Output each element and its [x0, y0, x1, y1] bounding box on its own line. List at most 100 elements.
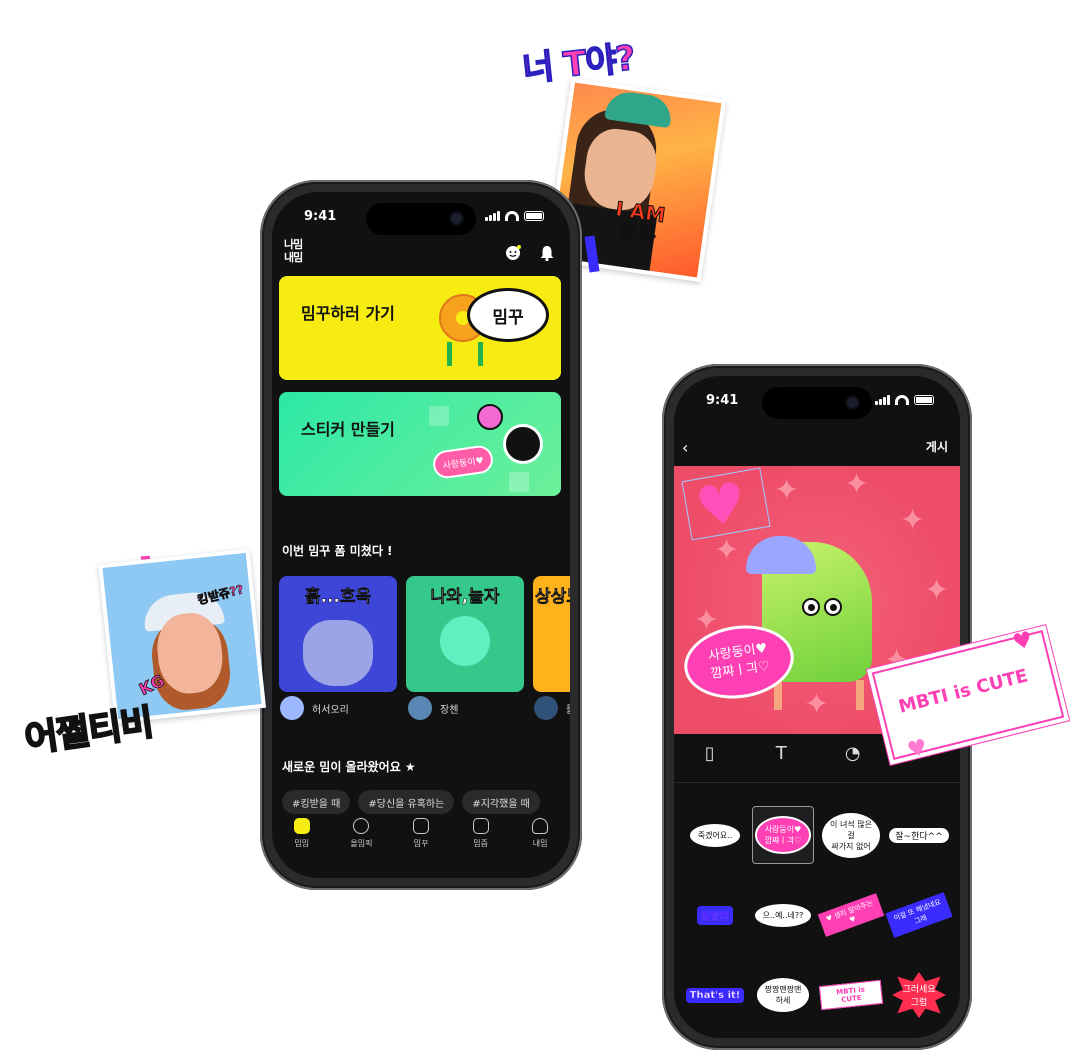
sticker-option[interactable]: ♥ 생리 알아주는 ♥	[817, 886, 885, 944]
sticker-grid: 죽겠어요.. 사랑둥이♥ 깜쨔ㅣ긔♡ 이 녀석 많은 걸 싸가지 없어 잘~한다^^ 킹…	[684, 806, 953, 1024]
sticker-option-label: 짱짱맨짱맨 하세	[754, 976, 812, 1014]
sticker-option[interactable]: That's it!	[684, 966, 746, 1024]
sparkle-shape: ✦	[900, 503, 926, 538]
meme-thumbnail[interactable]: 상상도	[533, 576, 570, 692]
thumbnail-label: 흙...흐윽	[304, 587, 372, 608]
pill-sticker: 사랑둥이♥	[431, 443, 495, 481]
heart-icon: ♥	[1010, 627, 1036, 657]
creator-name: 허서오리	[312, 704, 349, 716]
sticker-option[interactable]: 죽겠어요..	[684, 806, 746, 864]
tab-label: 밈즘	[473, 839, 488, 848]
sticker-option[interactable]: 사랑둥이♥ 깜쨔ㅣ긔♡	[752, 806, 814, 864]
heart-sticker-icon[interactable]: ♥	[692, 470, 755, 541]
tab-meme-home[interactable]: 밈밈	[275, 818, 329, 864]
home-phone: 9:41 나밈 내밈 밈꾸하러 가기 밈꾸 스티커 만들기 사랑둥이♥ 이번 밈…	[260, 180, 582, 890]
promo-stage: I AM 행복 너 T야? 9:41 나밈 내밈 밈꾸하러 가기 밈꾸 스티커 …	[0, 0, 1070, 1064]
sticker-option-label: ♥ 생리 알아주는 ♥	[817, 893, 885, 937]
go-meme-card[interactable]: 밈꾸하러 가기 밈꾸	[279, 276, 561, 380]
tab-olympic[interactable]: 올밈픽	[334, 818, 388, 864]
tab-meme-edit[interactable]: 밈꾸	[394, 818, 448, 864]
medal-icon	[353, 818, 370, 834]
make-sticker-title: 스티커 만들기	[301, 420, 395, 439]
donut-legs	[447, 342, 483, 366]
meme-thumbnail[interactable]: 흙...흐윽	[279, 576, 397, 692]
status-icons	[485, 211, 544, 221]
home-icon	[293, 818, 310, 834]
back-chevron-icon[interactable]: ‹	[682, 438, 688, 457]
status-bar: 9:41	[674, 390, 960, 412]
hashtag-chip[interactable]: #지각했을 때	[462, 790, 540, 814]
sticker-option[interactable]: 그러세요 그럼	[888, 966, 950, 1024]
avatar	[280, 696, 304, 720]
sticker-option-label: MBTI is CUTE	[818, 979, 884, 1011]
layers-icon[interactable]: ▯	[700, 744, 720, 764]
sticker-option[interactable]: MBTI is CUTE	[818, 966, 884, 1024]
meme-speech-bubble: 밈꾸	[467, 288, 549, 342]
battery-icon	[914, 395, 934, 405]
sticker-option[interactable]: 킹받아	[684, 886, 746, 944]
deco-square	[429, 406, 449, 426]
status-time: 9:41	[706, 393, 739, 408]
sticker-option-label: 그러세요 그럼	[892, 972, 946, 1018]
sticker-option-label: 으..예..네??	[752, 901, 814, 929]
sticker-icon	[412, 818, 429, 834]
tab-my-meme[interactable]: 내밈	[513, 818, 567, 864]
go-meme-title: 밈꾸하러 가기	[301, 304, 395, 323]
sticker-option[interactable]: 짱짱맨짱맨 하세	[752, 966, 814, 1024]
thumbnail-label: 상상도	[535, 587, 570, 608]
creator-row[interactable]: 장첸	[408, 696, 458, 720]
emoji-icon[interactable]	[504, 244, 522, 262]
make-sticker-card[interactable]: 스티커 만들기 사랑둥이♥	[279, 392, 561, 496]
sticker-option-label: 사랑둥이♥ 깜쨔ㅣ긔♡	[754, 816, 812, 854]
sticker-option-label: 킹받아	[697, 905, 733, 925]
signal-icon	[485, 211, 500, 221]
sticker-option[interactable]: 이걸 또 해냈네요 그래	[885, 886, 953, 944]
thumbnail-label: 나와,놀자	[430, 587, 500, 608]
photo-caption: I AM 행복	[614, 196, 668, 249]
character-legs	[774, 680, 864, 710]
creator-row[interactable]: 허서오리	[280, 696, 349, 720]
avatar	[408, 696, 432, 720]
creator-row[interactable]: 들	[534, 696, 570, 720]
sticker-option[interactable]: 으..예..네??	[752, 886, 814, 944]
blob-character	[303, 620, 373, 686]
status-time: 9:41	[304, 209, 337, 224]
new-section-title: 새로운 밈이 올라왔어요 ★	[282, 760, 416, 774]
sparkle-shape: ✦	[924, 573, 950, 608]
wifi-icon	[895, 395, 909, 405]
divider	[674, 782, 960, 783]
sticker-icon[interactable]: ◔	[843, 744, 863, 764]
bell-icon[interactable]	[538, 244, 556, 262]
hashtag-chip[interactable]: #당신을 유혹하는	[358, 790, 455, 814]
tab-meme-zm[interactable]: 밈즘	[454, 818, 508, 864]
avatar	[534, 696, 558, 720]
hashtag-chip[interactable]: #킹받을 때	[282, 790, 351, 814]
tab-label: 내밈	[532, 839, 548, 848]
sparkle-shape: ✦	[714, 533, 740, 568]
status-icons	[875, 395, 934, 405]
tab-label: 밈꾸	[413, 839, 429, 848]
signal-icon	[875, 395, 890, 405]
character-eye	[802, 598, 820, 616]
tab-label: 밈밈	[294, 839, 310, 848]
sticker-option[interactable]: 잘~한다^^	[888, 806, 950, 864]
wifi-icon	[505, 211, 519, 221]
smiley-icon	[477, 404, 503, 430]
sticker-option-label: 잘~한다^^	[889, 827, 949, 843]
mbti-text: MBTI is CUTE	[896, 665, 1031, 718]
sticker-title-eojjeol: 어쩔티비	[21, 701, 156, 761]
sticker-peel-icon	[503, 424, 543, 464]
home-screen: 9:41 나밈 내밈 밈꾸하러 가기 밈꾸 스티커 만들기 사랑둥이♥ 이번 밈…	[272, 192, 570, 878]
text-icon[interactable]: T	[771, 744, 791, 764]
sticker-option[interactable]: 이 녀석 많은 걸 싸가지 없어	[820, 806, 882, 864]
meme-thumbnail[interactable]: 나와,놀자	[406, 576, 524, 692]
app-logo[interactable]: 나밈 내밈	[284, 238, 312, 266]
bottom-tab-bar: 밈밈 올밈픽 밈꾸 밈즘 내밈	[272, 818, 570, 864]
hashtag-chips: #킹받을 때 #당신을 유혹하는 #지각했을 때	[282, 790, 540, 814]
creator-name: 들	[566, 701, 570, 716]
sticker-option-label: 이걸 또 해냈네요 그래	[885, 892, 953, 938]
post-button[interactable]: 게시	[926, 438, 948, 455]
sparkle-shape: ✦	[774, 473, 800, 508]
creator-name: 장첸	[440, 704, 459, 716]
sticker-option-label: That's it!	[685, 987, 745, 1003]
